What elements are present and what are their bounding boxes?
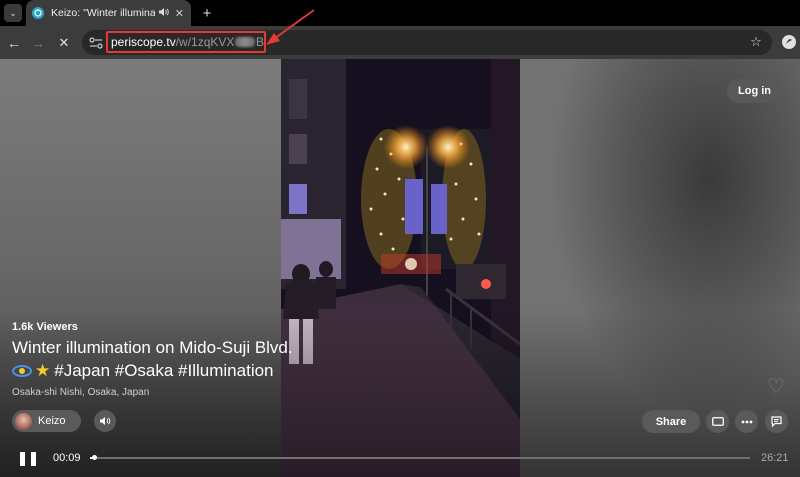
url-path-end: B	[255, 35, 264, 49]
chevron-down-icon: ⌄	[9, 7, 17, 18]
viewer-count: 1.6k Viewers	[12, 321, 78, 333]
stream-title: Winter illumination on Mido-Suji Blvd.	[12, 338, 293, 357]
screen-icon	[711, 417, 724, 426]
progress-scrubber[interactable]	[91, 455, 97, 460]
annotation-arrow-icon	[266, 9, 315, 45]
tab-title: Keizo: "Winter illumination	[51, 7, 155, 19]
site-info-icon[interactable]	[88, 35, 104, 50]
pause-bar-left	[20, 452, 25, 466]
heart-icon[interactable]: ♡	[765, 375, 787, 398]
periscope-icon	[32, 7, 44, 19]
close-icon[interactable]: ✕	[174, 7, 185, 20]
current-time: 00:09	[53, 452, 81, 464]
volume-icon	[100, 417, 111, 425]
shooting-star-icon	[12, 363, 32, 379]
tab-strip: ⌄ Keizo: "Winter illumination ✕ +	[0, 0, 800, 26]
chat-button[interactable]	[765, 410, 788, 433]
tab-search-button[interactable]: ⌄	[4, 4, 22, 22]
new-tab-button[interactable]: +	[197, 3, 217, 23]
theater-mode-button[interactable]	[706, 410, 729, 433]
stop-loading-button[interactable]: ✕	[53, 32, 75, 54]
url-redacted-segment	[235, 37, 255, 47]
address-bar[interactable]: periscope.tv/w/1zqKVX B ☆	[82, 30, 772, 55]
login-button[interactable]: Log in	[727, 79, 782, 103]
total-duration: 26:21	[761, 452, 789, 464]
speaker-icon[interactable]	[157, 7, 170, 20]
star-emoji-icon: ★	[35, 361, 51, 380]
pause-bar-right	[31, 452, 36, 466]
star-icon[interactable]: ☆	[748, 34, 764, 50]
browser-toolbar: ← → ✕ periscope.tv/w/1zqKVX B ☆	[0, 26, 800, 59]
pause-button[interactable]	[20, 450, 36, 468]
url-text[interactable]: periscope.tv/w/1zqKVX B	[106, 31, 266, 53]
more-options-button[interactable]	[735, 410, 758, 433]
forward-button[interactable]: →	[27, 32, 49, 54]
back-button[interactable]: ←	[3, 32, 25, 54]
progress-bar[interactable]	[90, 455, 750, 460]
extension-icon[interactable]	[782, 35, 796, 49]
avatar	[15, 412, 32, 430]
chat-bubble-icon	[771, 416, 782, 427]
more-dots-icon	[741, 420, 752, 423]
tab-active[interactable]: Keizo: "Winter illumination ✕	[26, 0, 191, 26]
page-viewport: Log in 1.6k Viewers Winter illumination …	[0, 59, 800, 477]
stream-location: Osaka-shi Nishi, Osaka, Japan	[12, 387, 150, 398]
broadcaster-name: Keizo	[38, 415, 66, 427]
volume-button[interactable]	[94, 410, 116, 432]
url-host: periscope.tv	[111, 35, 176, 49]
hashtag-line: ★ #Japan #Osaka #Illumination	[12, 361, 274, 381]
hashtags[interactable]: #Japan #Osaka #Illumination	[54, 361, 273, 381]
broadcaster-chip[interactable]: Keizo	[12, 410, 81, 432]
url-path: /w/1zqKVX	[175, 35, 235, 49]
share-button[interactable]: Share	[642, 410, 700, 433]
